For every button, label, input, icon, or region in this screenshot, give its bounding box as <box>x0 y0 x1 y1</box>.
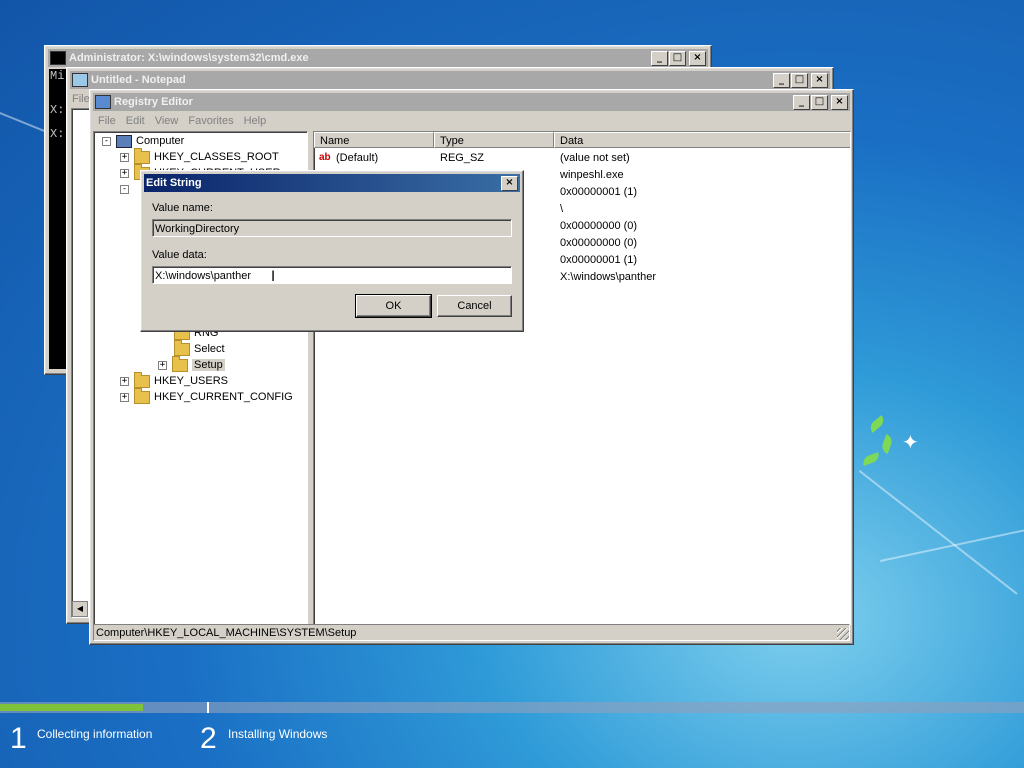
minimize-button[interactable]: _ <box>773 73 790 88</box>
tree-item-computer[interactable]: - Computer <box>102 133 184 149</box>
tree-item-label: Computer <box>136 135 185 147</box>
setup-progress-fill <box>0 704 144 711</box>
value-type: REG_SZ <box>440 152 485 164</box>
value-name: (Default) <box>336 152 379 164</box>
value-data: \ <box>560 203 564 215</box>
cmd-line: X: <box>50 127 65 141</box>
desktop-bird-icon: ✦ <box>902 432 919 454</box>
notepad-title: Untitled - Notepad <box>91 74 186 86</box>
computer-icon <box>116 134 132 148</box>
value-data: winpeshl.exe <box>560 169 624 181</box>
value-data-label: Value data: <box>152 249 207 261</box>
status-bar: Computer\HKEY_LOCAL_MACHINE\SYSTEM\Setup <box>93 624 850 641</box>
desktop-leaf <box>861 452 881 466</box>
value-data: 0x00000001 (1) <box>560 254 638 266</box>
expand-icon[interactable]: + <box>120 392 129 402</box>
tree-item-label: HKEY_CLASSES_ROOT <box>154 151 279 163</box>
column-header-name[interactable]: Name <box>314 132 434 148</box>
tree-item-hklm[interactable]: - <box>120 181 134 197</box>
step-number: 1 <box>10 722 27 755</box>
resize-grip-icon[interactable] <box>837 628 849 640</box>
step-number: 2 <box>200 722 217 755</box>
value-name-field: WorkingDirectory <box>152 219 512 237</box>
desktop-light-streak <box>858 470 1018 595</box>
tree-item-label: HKEY_USERS <box>154 375 228 387</box>
expand-icon[interactable]: + <box>120 152 129 162</box>
menu-help[interactable]: Help <box>239 115 272 127</box>
menu-view[interactable]: View <box>150 115 184 127</box>
setup-progress-area: 1 Collecting information 2 Installing Wi… <box>0 700 1024 768</box>
notepad-titlebar[interactable]: Untitled - Notepad _ □ × <box>70 71 830 89</box>
expand-icon[interactable]: + <box>120 376 129 386</box>
text-cursor-icon: I <box>271 269 276 285</box>
cancel-button[interactable]: Cancel <box>437 295 512 317</box>
value-data: (value not set) <box>560 152 630 164</box>
dialog-title: Edit String <box>146 177 202 189</box>
step-label: Collecting information <box>37 727 153 741</box>
tree-item-hkcc[interactable]: + HKEY_CURRENT_CONFIG <box>120 387 293 405</box>
cmd-title: Administrator: X:\windows\system32\cmd.e… <box>69 52 309 64</box>
tree-item-label: HKEY_CURRENT_CONFIG <box>154 391 293 403</box>
notepad-scroll-left-button[interactable]: ◀ <box>72 601 88 617</box>
maximize-button[interactable]: □ <box>791 73 808 88</box>
notepad-app-icon <box>72 73 88 87</box>
folder-icon <box>134 387 150 404</box>
cmd-line: Mi <box>50 69 65 83</box>
close-button[interactable]: × <box>811 73 828 88</box>
column-header-type[interactable]: Type <box>434 132 554 148</box>
regedit-app-icon <box>95 95 111 109</box>
folder-icon <box>134 147 150 164</box>
regedit-title: Registry Editor <box>114 96 193 108</box>
notepad-text-area[interactable] <box>71 108 91 618</box>
maximize-button[interactable]: □ <box>811 95 828 110</box>
value-data: 0x00000000 (0) <box>560 220 638 232</box>
folder-icon <box>134 371 150 388</box>
dialog-titlebar[interactable]: Edit String × <box>144 174 520 192</box>
menu-favorites[interactable]: Favorites <box>183 115 238 127</box>
desktop-leaf <box>867 415 887 433</box>
string-value-icon: ab <box>319 152 331 163</box>
desktop-leaf <box>880 434 894 454</box>
cmd-titlebar[interactable]: Administrator: X:\windows\system32\cmd.e… <box>48 49 708 67</box>
expand-icon[interactable]: + <box>158 360 167 370</box>
column-header-data[interactable]: Data <box>554 132 850 148</box>
expand-icon[interactable]: + <box>120 168 129 178</box>
folder-icon <box>174 339 190 356</box>
cmd-line: X: <box>50 103 65 117</box>
value-data: X:\windows\panther <box>560 271 656 283</box>
tree-item-hkcr[interactable]: + HKEY_CLASSES_ROOT <box>120 147 279 165</box>
tree-item-setup[interactable]: + Setup <box>158 355 225 373</box>
collapse-icon[interactable]: - <box>120 184 129 194</box>
maximize-button[interactable]: □ <box>669 51 686 66</box>
value-data: 0x00000000 (0) <box>560 237 638 249</box>
tree-item-label: Select <box>194 343 225 355</box>
value-data-input[interactable]: X:\windows\panther <box>152 266 512 284</box>
minimize-button[interactable]: _ <box>793 95 810 110</box>
step-divider <box>207 702 209 713</box>
ok-button[interactable]: OK <box>355 294 432 318</box>
value-name-label: Value name: <box>152 202 213 214</box>
close-button[interactable]: × <box>831 95 848 110</box>
regedit-menubar: File Edit View Favorites Help <box>93 112 850 129</box>
close-button[interactable]: × <box>689 51 706 66</box>
minimize-button[interactable]: _ <box>651 51 668 66</box>
folder-icon <box>172 355 188 372</box>
step-label: Installing Windows <box>228 727 328 741</box>
close-button[interactable]: × <box>501 176 518 191</box>
menu-edit[interactable]: Edit <box>121 115 150 127</box>
tree-item-select[interactable]: Select <box>174 339 225 357</box>
cmd-app-icon <box>50 51 66 65</box>
edit-string-dialog[interactable]: Edit String × Value name: WorkingDirecto… <box>140 170 524 332</box>
setup-progress-track <box>0 702 1024 713</box>
menu-file[interactable]: File <box>93 115 121 127</box>
regedit-titlebar[interactable]: Registry Editor _ □ × <box>93 93 850 111</box>
tree-item-label: Setup <box>192 359 225 371</box>
value-data: 0x00000001 (1) <box>560 186 638 198</box>
collapse-icon[interactable]: - <box>102 136 111 146</box>
